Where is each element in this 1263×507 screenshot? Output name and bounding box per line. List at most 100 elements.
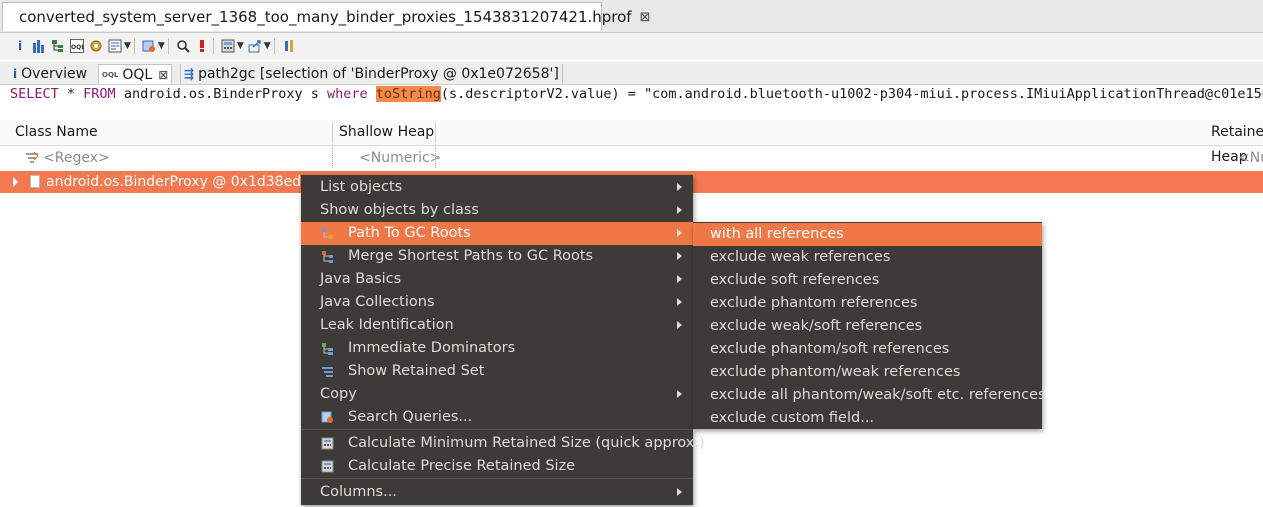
export-dropdown-icon[interactable]: ▼ — [264, 41, 271, 51]
calc-icon[interactable] — [220, 38, 236, 54]
menu-item-label: Path To GC Roots — [348, 225, 471, 241]
histogram-icon[interactable] — [31, 38, 47, 54]
menu-item-search-queries[interactable]: Search Queries... — [301, 406, 693, 429]
query-function-highlight: toString — [375, 86, 441, 102]
submenu-item-exclude-weak-soft-references[interactable]: exclude weak/soft references — [693, 315, 1042, 338]
menu-separator — [301, 429, 693, 430]
tab-oql[interactable]: OQL OQL ⊠ — [98, 64, 173, 84]
menu-item-label: Copy — [320, 386, 357, 402]
path-to-gc-roots-icon: ⇶ — [184, 67, 195, 81]
submenu-item-exclude-phantom-weak-references[interactable]: exclude phantom/weak references — [693, 361, 1042, 384]
column-shallow-heap[interactable]: Shallow Heap — [339, 120, 434, 145]
editor-tab-title: converted_system_server_1368_too_many_bi… — [19, 8, 632, 26]
menu-item-calculate-minimum-retained-size-quick-approx[interactable]: Calculate Minimum Retained Size (quick a… — [301, 432, 705, 455]
submenu-item-label: with all references — [710, 226, 844, 242]
export-icon[interactable] — [247, 38, 263, 54]
dominator-tree-icon[interactable] — [50, 38, 66, 54]
class-name-filter-input[interactable]: <Regex> — [43, 146, 110, 170]
query-space — [368, 86, 376, 102]
menu-item-calculate-precise-retained-size[interactable]: Calculate Precise Retained Size — [301, 455, 693, 478]
editor-tab-hprof[interactable]: converted_system_server_1368_too_many_bi… — [2, 2, 650, 31]
keyword-where: where — [327, 86, 368, 102]
toolbar-separator — [167, 38, 169, 54]
column-retained-heap[interactable]: Retained Heap — [1211, 120, 1263, 165]
toolbar: i OQL ▼ ▼ ▼ ▼ — [0, 33, 1263, 59]
menu-item-leak-identification[interactable]: Leak Identification — [301, 314, 693, 337]
svg-text:OQL: OQL — [71, 44, 84, 51]
oql-query-editor[interactable]: SELECT * FROM android.os.BinderProxy s w… — [10, 85, 1263, 103]
oql-icon[interactable]: OQL — [69, 38, 85, 54]
menu-item-path-to-gc-roots[interactable]: Path To GC Roots — [301, 222, 693, 245]
oql-icon: OQL — [102, 70, 119, 79]
submenu-item-exclude-all-phantom-weak-soft-etc-references[interactable]: exclude all phantom/weak/soft etc. refer… — [693, 384, 1046, 407]
calculator-icon — [321, 437, 334, 450]
report-dropdown-icon[interactable]: ▼ — [124, 41, 131, 51]
menu-item-label: Columns... — [320, 484, 397, 500]
keyword-select: SELECT — [10, 86, 59, 102]
keyword-from: FROM — [83, 86, 116, 102]
submenu-item-exclude-phantom-soft-references[interactable]: exclude phantom/soft references — [693, 338, 1042, 361]
info-icon[interactable]: i — [12, 38, 28, 54]
submenu-item-label: exclude all phantom/weak/soft etc. refer… — [710, 387, 1046, 403]
submenu-item-exclude-custom-field[interactable]: exclude custom field... — [693, 407, 1042, 430]
calc-dropdown-icon[interactable]: ▼ — [237, 41, 244, 51]
query-dropdown-icon[interactable]: ▼ — [158, 41, 165, 51]
tab-path2gc[interactable]: ⇶ path2gc [selection of 'BinderProxy @ 0… — [180, 64, 563, 84]
toolbar-separator — [133, 38, 135, 54]
menu-item-label: Merge Shortest Paths to GC Roots — [348, 248, 594, 264]
table-header: Class Name Shallow Heap Retained Heap — [0, 120, 1263, 165]
run-report-icon[interactable] — [107, 38, 123, 54]
search-icon[interactable] — [175, 38, 191, 54]
pin-icon[interactable] — [281, 38, 297, 54]
row-class-name: android.os.BinderProxy @ 0x1d38ed8 — [46, 174, 310, 190]
submenu-item-label: exclude phantom/soft references — [710, 341, 950, 357]
shallow-heap-filter-input[interactable]: <Numeric> — [359, 146, 441, 170]
info-icon: i — [13, 67, 18, 81]
merge-paths-icon — [322, 251, 333, 263]
chevron-right-icon — [677, 183, 682, 191]
menu-item-show-retained-set[interactable]: Show Retained Set — [301, 360, 693, 383]
dominators-icon — [322, 343, 333, 355]
editor-tab-close-icon[interactable]: ⊠ — [640, 10, 651, 25]
menu-item-show-objects-by-class[interactable]: Show objects by class — [301, 199, 693, 222]
menu-item-label: Show Retained Set — [348, 363, 485, 379]
menu-item-java-collections[interactable]: Java Collections — [301, 291, 693, 314]
menu-item-label: Search Queries... — [348, 409, 473, 425]
menu-separator — [301, 478, 693, 479]
menu-item-merge-shortest-paths-to-gc-roots[interactable]: Merge Shortest Paths to GC Roots — [301, 245, 693, 268]
menu-item-copy[interactable]: Copy — [301, 383, 693, 406]
chevron-right-icon — [677, 252, 682, 260]
submenu-item-exclude-soft-references[interactable]: exclude soft references — [693, 269, 1042, 292]
menu-item-list-objects[interactable]: List objects — [301, 176, 693, 199]
tab-oql-close-icon[interactable]: ⊠ — [158, 68, 168, 82]
chevron-right-icon — [677, 390, 682, 398]
submenu-item-label: exclude phantom/weak references — [710, 364, 961, 380]
query-class: android.os.BinderProxy s — [115, 86, 328, 102]
retained-heap-filter-input[interactable]: <Numeric> — [1238, 146, 1263, 170]
column-divider[interactable] — [435, 122, 436, 143]
column-class-name[interactable]: Class Name — [15, 120, 98, 145]
thread-icon[interactable] — [88, 38, 104, 54]
tab-overview[interactable]: i Overview — [10, 64, 90, 84]
tab-oql-label: OQL — [122, 66, 153, 83]
column-divider[interactable] — [332, 122, 333, 143]
submenu-item-exclude-phantom-references[interactable]: exclude phantom references — [693, 292, 1042, 315]
query-browser-icon[interactable] — [141, 38, 157, 54]
calculator-icon — [321, 460, 334, 473]
submenu-item-label: exclude soft references — [710, 272, 880, 288]
menu-item-label: List objects — [320, 179, 403, 195]
toolbar-separator — [273, 38, 275, 54]
menu-item-label: Calculate Precise Retained Size — [348, 458, 576, 474]
query-star: * — [58, 86, 84, 102]
submenu-item-with-all-references[interactable]: with all references — [693, 223, 1042, 246]
search-queries-icon — [321, 411, 333, 423]
menu-item-label: Leak Identification — [320, 317, 454, 333]
menu-item-label: Calculate Minimum Retained Size (quick a… — [348, 435, 705, 451]
leak-icon[interactable] — [194, 38, 210, 54]
menu-item-immediate-dominators[interactable]: Immediate Dominators — [301, 337, 693, 360]
expand-arrow-icon[interactable] — [13, 177, 18, 187]
submenu-item-exclude-weak-references[interactable]: exclude weak references — [693, 246, 1042, 269]
menu-item-columns[interactable]: Columns... — [301, 481, 693, 504]
toolbar-separator — [212, 38, 214, 54]
menu-item-java-basics[interactable]: Java Basics — [301, 268, 693, 291]
